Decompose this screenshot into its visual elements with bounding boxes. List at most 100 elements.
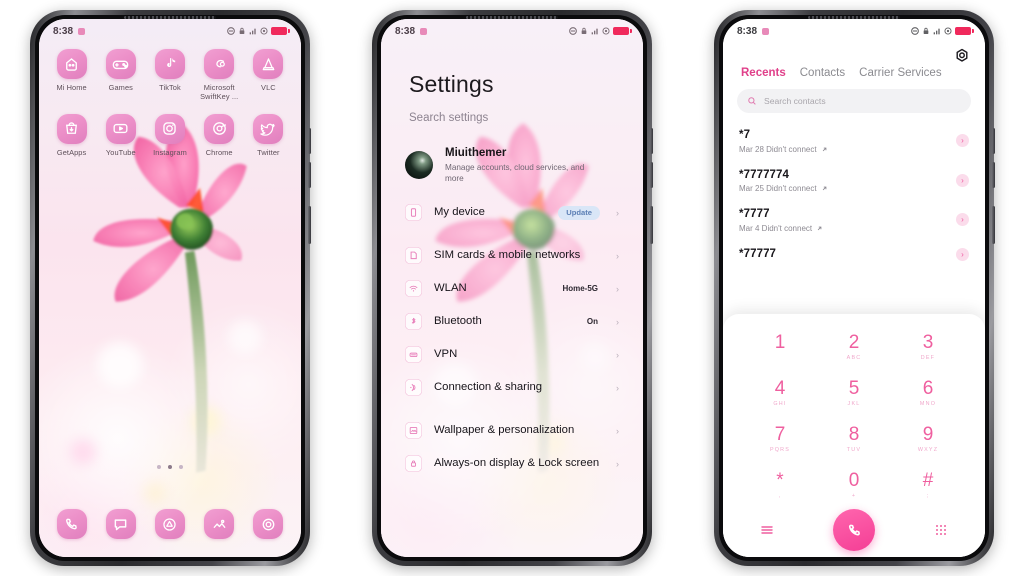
phone-screen-dialer: 8:38 Recents Contacts Carrier Services S… — [723, 19, 985, 557]
key-0[interactable]: 0 + — [817, 466, 891, 503]
gallery-photo-icon[interactable] — [204, 509, 235, 539]
chevron-right-icon: › — [616, 283, 619, 294]
key-2[interactable]: 2 ABC — [817, 328, 891, 365]
key-letters: WXYZ — [917, 446, 939, 453]
settings-row-value: On — [586, 317, 598, 327]
key-digit: 2 — [848, 331, 860, 353]
settings-row-bluetooth[interactable]: Bluetooth On › — [381, 305, 643, 338]
app-tiktok[interactable]: TikTok — [145, 49, 194, 102]
app-twitter[interactable]: Twitter — [244, 113, 293, 157]
call-details-button[interactable]: › — [956, 248, 969, 262]
power-button[interactable] — [650, 206, 653, 244]
app-chrome[interactable]: Chrome — [195, 113, 244, 157]
settings-row-label: Connection & sharing — [434, 381, 543, 394]
page-dot[interactable] — [157, 465, 161, 469]
call-log-row[interactable]: *7 Mar 28 Didn't connect › — [723, 121, 985, 161]
status-right — [911, 27, 974, 35]
settings-row-vpn[interactable]: VPN › — [381, 338, 643, 371]
settings-row-wlan[interactable]: WLAN Home-5G › — [381, 272, 643, 305]
app-label: Instagram — [153, 147, 187, 157]
settings-row-label: VPN — [434, 348, 458, 361]
key-digit: 3 — [922, 331, 934, 353]
tab-carrier-services[interactable]: Carrier Services — [859, 67, 941, 79]
menu-lines-icon[interactable] — [759, 522, 775, 538]
phone-handset-icon[interactable] — [56, 509, 87, 539]
key-letters: ; — [926, 492, 930, 499]
notification-dot-icon — [78, 27, 86, 35]
search-contacts-input[interactable]: Search contacts — [737, 89, 971, 113]
dnd-icon — [227, 27, 235, 35]
volume-up-button[interactable] — [992, 128, 995, 154]
profile-row[interactable]: Miuithemer Manage accounts, cloud servic… — [381, 124, 643, 184]
call-button[interactable] — [833, 509, 875, 551]
call-detail: Mar 4 Didn't connect — [739, 224, 948, 233]
power-button[interactable] — [992, 206, 995, 244]
app-games[interactable]: Games — [96, 49, 145, 102]
key-star[interactable]: *, — [743, 466, 817, 503]
call-details-button[interactable]: › — [956, 134, 969, 148]
app-mi-home[interactable]: Mi Home — [47, 49, 96, 102]
settings-row-wallpaper[interactable]: Wallpaper & personalization › — [381, 414, 643, 447]
app-label: GetApps — [56, 147, 87, 157]
key-3[interactable]: 3 DEF — [891, 328, 965, 365]
key-4[interactable]: 4 GHI — [743, 374, 817, 411]
phone-screen-settings: 8:38 Settings Search settings Miuithemer… — [381, 19, 643, 557]
message-bubble-icon[interactable] — [105, 509, 136, 539]
volume-up-button[interactable] — [308, 128, 311, 154]
app-label: Mi Home — [56, 83, 87, 92]
app-swiftkey[interactable]: Microsoft SwiftKey ... — [195, 49, 244, 102]
gamepad-icon — [105, 49, 136, 79]
phone-device-settings: 8:38 Settings Search settings Miuithemer… — [372, 10, 653, 566]
key-8[interactable]: 8 TUV — [817, 420, 891, 457]
app-getapps[interactable]: GetApps — [47, 113, 96, 157]
settings-status-icon — [260, 27, 268, 35]
call-log-row[interactable]: *77777 › — [723, 240, 985, 271]
app-grid-row-2: GetApps YouTube Instagram Chrome Twitter — [39, 113, 301, 157]
settings-list: My device Update › SIM cards & mobile ne… — [381, 196, 643, 480]
settings-row-label: Bluetooth — [434, 315, 482, 328]
call-number: *7 — [739, 129, 751, 141]
volume-down-button[interactable] — [308, 162, 311, 188]
status-right — [227, 27, 290, 35]
volume-down-button[interactable] — [992, 162, 995, 188]
page-dot[interactable] — [179, 465, 183, 469]
key-5[interactable]: 5 JKL — [817, 374, 891, 411]
key-digit: 0 — [848, 469, 860, 491]
volume-up-button[interactable] — [650, 128, 653, 154]
settings-row-connection-sharing[interactable]: Connection & sharing › — [381, 371, 643, 404]
app-grid-row-1: Mi Home Games TikTok Microsoft SwiftKey … — [39, 49, 301, 102]
chrome-icon — [204, 113, 235, 144]
call-log-row[interactable]: *7777774 Mar 25 Didn't connect › — [723, 161, 985, 201]
app-vlc[interactable]: VLC — [244, 49, 293, 102]
swiftkey-icon — [204, 49, 235, 79]
settings-row-lock-screen[interactable]: Always-on display & Lock screen › — [381, 447, 643, 480]
mi-apps-triangle-icon[interactable] — [154, 509, 185, 539]
dialer-tabs: Recents Contacts Carrier Services — [723, 45, 985, 79]
tab-recents[interactable]: Recents — [741, 67, 786, 79]
call-details-button[interactable]: › — [956, 213, 969, 227]
update-badge[interactable]: Update — [558, 205, 600, 220]
settings-row-label: My device — [434, 206, 485, 219]
camera-icon[interactable] — [253, 509, 284, 539]
key-hash[interactable]: #; — [891, 466, 965, 503]
app-instagram[interactable]: Instagram — [145, 113, 194, 157]
key-7[interactable]: 7 PQRS — [743, 420, 817, 457]
settings-row-sim-cards[interactable]: SIM cards & mobile networks › — [381, 239, 643, 272]
status-left: 8:38 — [53, 26, 86, 37]
search-settings-field[interactable]: Search settings — [381, 98, 643, 124]
settings-status-icon — [944, 27, 952, 35]
power-button[interactable] — [308, 206, 311, 244]
app-youtube[interactable]: YouTube — [96, 113, 145, 157]
settings-row-my-device[interactable]: My device Update › — [381, 196, 643, 229]
wallpaper-icon — [405, 422, 422, 440]
volume-down-button[interactable] — [650, 162, 653, 188]
page-dot-active[interactable] — [168, 465, 172, 469]
call-details-button[interactable]: › — [956, 173, 969, 187]
key-6[interactable]: 6 MNO — [891, 374, 965, 411]
keypad-grid-icon[interactable] — [933, 522, 949, 538]
key-1[interactable]: 1 — [743, 328, 817, 365]
gear-icon[interactable] — [953, 47, 971, 65]
tab-contacts[interactable]: Contacts — [800, 67, 845, 79]
key-9[interactable]: 9 WXYZ — [891, 420, 965, 457]
call-log-row[interactable]: *7777 Mar 4 Didn't connect › — [723, 200, 985, 240]
